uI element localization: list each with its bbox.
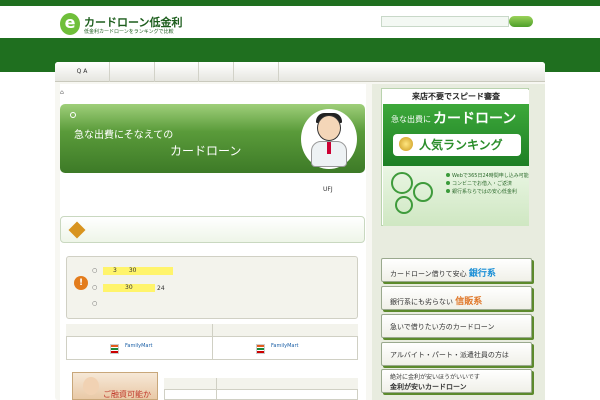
highlight-text: 30 [103,284,155,292]
nav-item-4[interactable] [199,62,234,82]
familymart-logo: FamilyMart [125,343,153,349]
search-button[interactable] [509,16,533,27]
doctor-illustration [301,109,357,169]
site-logo[interactable]: e カードローン低金利 低金利カードローンをランキングで比較 [60,13,210,37]
hero-banner: 急な出費にそなえての カードローン [60,104,365,173]
nav-item-5[interactable] [234,62,279,82]
comparison-table-header [164,378,358,390]
banner-line2: カードローン [170,144,242,158]
spiral-decoration-icon [395,196,413,214]
spiral-decoration-icon [391,172,413,194]
intro-text: UFJ [323,186,333,193]
sidebar-link-bank[interactable]: カードローン借りて安心 銀行系 [381,258,532,282]
ranking-ad-banner[interactable]: 来店不要でスピード審査 急な出費に カードローン 人気ランキング Webで365… [381,88,529,226]
search-input[interactable] [381,16,509,27]
ad-main-panel: 急な出費に カードローン 人気ランキング [383,104,529,166]
ad-feature: コンビニでお借入・ご返済 [446,180,512,187]
nav-item-2[interactable] [110,62,155,82]
seven-eleven-icon [110,344,119,354]
photo-caption: ご融資可能か [103,390,151,399]
ad-feature: 銀行系ならではの安心低金利 [446,188,517,195]
highlight-note: 24 [157,285,165,292]
section-heading [60,216,365,243]
sidebar-link-credit[interactable]: 銀行系にも劣らない 信販系 [381,286,532,310]
exclamation-icon: ! [74,276,88,290]
consultation-photo[interactable]: ご融資可能か [72,372,158,400]
ad-feature: Webで365日24時間申し込み可能 [446,172,529,179]
ad-line1: 急な出費に [391,115,431,124]
seven-eleven-icon [256,344,265,354]
ad-feature-panel: Webで365日24時間申し込み可能 コンビニでお借入・ご返済 銀行系ならではの… [383,166,529,226]
bullet-marker: ○ [92,284,98,291]
familymart-logo: FamilyMart [271,343,299,349]
highlight-text: 3 30 [103,267,173,275]
nav-item-qa[interactable]: Q A [55,62,110,82]
section-arrow-icon [68,221,86,239]
banner-dot-icon [70,112,76,118]
nav-item-3[interactable] [155,62,199,82]
global-nav: Q A [55,62,545,82]
bullet-marker: ○ [92,267,98,274]
ad-line2: カードローン [433,111,517,127]
ad-ranking-text: 人気ランキング [419,138,503,152]
sidebar-link-low-interest[interactable]: 絶対に金利が安いほうがいいです 金利が安いカードローン [381,369,532,393]
medal-icon [399,137,413,151]
bullet-marker: ○ [92,300,98,307]
home-icon[interactable]: ⌂ [60,89,64,96]
logo-subtitle: 低金利カードローンをランキングで比較 [84,29,174,35]
ad-ranking-badge: 人気ランキング [393,134,521,156]
logo-mark-icon: e [60,13,80,35]
ad-headline: 来店不要でスピード審査 [383,90,529,104]
spiral-decoration-icon [413,182,433,202]
sidebar-link-parttime[interactable]: アルバイト・パート・派遣社員の方は [381,342,532,366]
banner-line1: 急な出費にそなえての [74,130,174,141]
sidebar-link-quick[interactable]: 急いで借りたい方のカードローン [381,314,532,338]
site-header: e カードローン低金利 低金利カードローンをランキングで比較 [0,6,600,38]
